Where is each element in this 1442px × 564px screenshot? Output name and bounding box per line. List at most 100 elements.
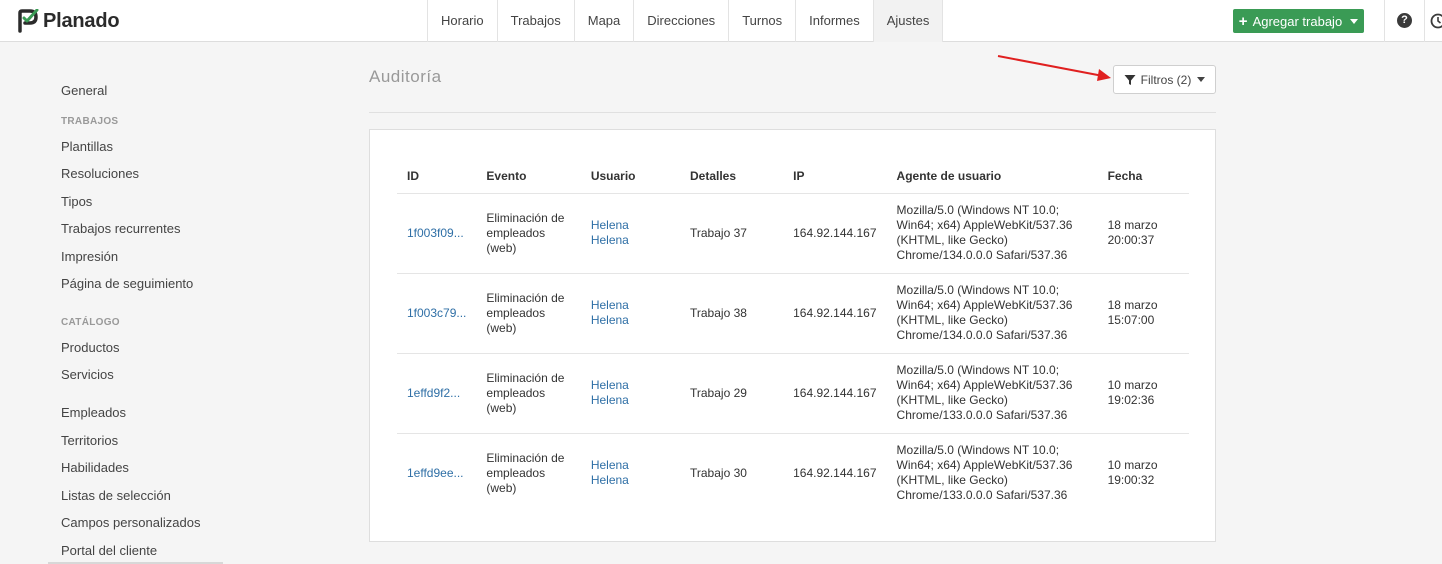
- agent-text: Chrome/134.0.0.0 Safari/537.36: [896, 248, 1068, 262]
- divider: [1384, 0, 1385, 42]
- sidebar-item-territorios[interactable]: Territorios: [61, 433, 118, 448]
- ip-cell: 164.92.144.167: [783, 353, 887, 434]
- event-text: Eliminación de: [486, 450, 565, 465]
- table-row: 1effd9ee... Eliminación de empleados (we…: [397, 433, 1189, 513]
- sidebar-item-general[interactable]: General: [61, 83, 107, 98]
- sidebar-item-pagina-seguimiento[interactable]: Página de seguimiento: [61, 276, 193, 291]
- event-text: (web): [486, 480, 517, 495]
- event-text: (web): [486, 400, 517, 415]
- date-text: 10 marzo: [1107, 458, 1158, 473]
- planado-logo-icon: [18, 9, 39, 33]
- chevron-down-icon: [1350, 18, 1359, 24]
- agent-cell: Mozilla/5.0 (Windows NT 10.0; Win64; x64…: [886, 353, 1098, 434]
- agent-text: (KHTML, like Gecko): [896, 473, 1008, 488]
- date-cell: 18 marzo 15:07:00: [1097, 273, 1189, 354]
- sidebar-item-tipos[interactable]: Tipos: [61, 194, 92, 209]
- ip-cell: 164.92.144.167: [783, 273, 887, 354]
- annotation-arrow-icon: [997, 55, 1111, 81]
- table-header-row: ID Evento Usuario Detalles IP Agente de …: [397, 160, 1189, 194]
- sidebar-item-productos[interactable]: Productos: [61, 340, 120, 355]
- time-text: 15:07:00: [1107, 313, 1155, 327]
- agent-text: Mozilla/5.0 (Windows NT 10.0;: [896, 443, 1060, 458]
- event-text: empleados: [486, 305, 546, 320]
- column-header-ip: IP: [783, 160, 887, 194]
- nav-item-mapa[interactable]: Mapa: [575, 0, 635, 42]
- agent-cell: Mozilla/5.0 (Windows NT 10.0; Win64; x64…: [886, 273, 1098, 354]
- filters-button[interactable]: Filtros (2): [1113, 65, 1216, 94]
- nav-item-trabajos[interactable]: Trabajos: [498, 0, 575, 42]
- agent-text: (KHTML, like Gecko): [896, 233, 1008, 247]
- sidebar-item-plantillas[interactable]: Plantillas: [61, 139, 113, 154]
- nav-item-turnos[interactable]: Turnos: [729, 0, 797, 42]
- agent-text: Mozilla/5.0 (Windows NT 10.0;: [896, 203, 1060, 217]
- audit-id-link[interactable]: 1f003f09...: [407, 226, 464, 240]
- nav-item-informes[interactable]: Informes: [796, 0, 874, 42]
- table-row: 1f003c79... Eliminación de empleados (we…: [397, 273, 1189, 354]
- column-header-user: Usuario: [580, 160, 680, 194]
- event-cell: Eliminación de empleados (web): [476, 433, 580, 513]
- sidebar-item-servicios[interactable]: Servicios: [61, 367, 114, 382]
- date-cell: 10 marzo 19:00:32: [1098, 433, 1189, 513]
- audit-id-link[interactable]: 1f003c79...: [407, 306, 466, 320]
- agent-text: (KHTML, like Gecko): [896, 393, 1008, 407]
- details-cell: Trabajo 30: [690, 465, 747, 480]
- user-link[interactable]: Helena Helena: [591, 218, 629, 247]
- column-header-event: Evento: [476, 160, 581, 194]
- user-link[interactable]: Helena Helena: [591, 378, 629, 407]
- column-header-agent: Agente de usuario: [886, 160, 1098, 194]
- user-link[interactable]: Helena Helena: [591, 458, 629, 487]
- time-text: 19:02:36: [1107, 393, 1155, 407]
- sidebar-item-listas-seleccion[interactable]: Listas de selección: [61, 488, 171, 503]
- sidebar-item-campos-personalizados[interactable]: Campos personalizados: [61, 515, 200, 530]
- audit-id-link[interactable]: 1effd9ee...: [407, 466, 464, 480]
- sidebar-item-portal-cliente[interactable]: Portal del cliente: [61, 543, 157, 558]
- event-text: Eliminación de: [486, 290, 565, 305]
- sidebar-item-habilidades[interactable]: Habilidades: [61, 460, 129, 475]
- agent-text: Win64; x64) AppleWebKit/537.36: [896, 378, 1073, 392]
- filters-label: Filtros (2): [1140, 72, 1192, 87]
- sidebar-item-trabajos-recurrentes[interactable]: Trabajos recurrentes: [61, 221, 180, 236]
- time-text: 20:00:37: [1107, 233, 1155, 247]
- sidebar-item-resoluciones[interactable]: Resoluciones: [61, 166, 139, 181]
- agent-text: Chrome/133.0.0.0 Safari/537.36: [896, 408, 1068, 422]
- agent-cell: Mozilla/5.0 (Windows NT 10.0; Win64; x64…: [887, 433, 1098, 513]
- agent-text: Win64; x64) AppleWebKit/537.36: [896, 458, 1073, 473]
- table-row: 1effd9f2... Eliminación de empleados (we…: [397, 353, 1189, 434]
- add-job-button[interactable]: + Agregar trabajo: [1233, 9, 1364, 33]
- event-text: empleados: [486, 385, 546, 400]
- audit-card: ID Evento Usuario Detalles IP Agente de …: [369, 129, 1216, 542]
- date-text: 18 marzo: [1107, 298, 1158, 312]
- ip-cell: 164.92.144.167: [783, 193, 887, 274]
- details-cell: Trabajo 29: [680, 353, 784, 434]
- nav-item-horario[interactable]: Horario: [428, 0, 498, 42]
- nav-item-direcciones[interactable]: Direcciones: [634, 0, 730, 42]
- details-cell: Trabajo 37: [680, 193, 784, 274]
- agent-text: Win64; x64) AppleWebKit/537.36: [896, 298, 1073, 312]
- nav-item-ajustes[interactable]: Ajustes: [873, 0, 944, 42]
- event-cell: Eliminación de empleados (web): [476, 273, 581, 354]
- date-text: 10 marzo: [1107, 378, 1158, 392]
- planado-logo[interactable]: Planado: [17, 9, 120, 33]
- sidebar-item-empleados[interactable]: Empleados: [61, 405, 126, 420]
- page-title: Auditoría: [369, 67, 442, 86]
- event-text: (web): [486, 320, 517, 335]
- details-cell: Trabajo 38: [680, 273, 784, 354]
- ip-cell: 164.92.144.167: [793, 465, 877, 480]
- agent-text: (KHTML, like Gecko): [896, 313, 1008, 327]
- filter-icon: [1124, 74, 1136, 85]
- agent-text: Chrome/134.0.0.0 Safari/537.36: [896, 328, 1068, 342]
- audit-id-link[interactable]: 1effd9f2...: [407, 386, 460, 400]
- user-link[interactable]: Helena Helena: [591, 298, 629, 327]
- sidebar-section-trabajos: TRABAJOS: [61, 116, 119, 127]
- date-cell: 10 marzo 19:02:36: [1097, 353, 1189, 434]
- help-icon[interactable]: ?: [1397, 13, 1412, 28]
- event-text: Eliminación de: [486, 210, 565, 225]
- clock-icon[interactable]: [1430, 13, 1442, 29]
- date-cell: 18 marzo 20:00:37: [1097, 193, 1189, 274]
- agent-cell: Mozilla/5.0 (Windows NT 10.0; Win64; x64…: [886, 193, 1098, 274]
- sidebar-item-impresion[interactable]: Impresión: [61, 249, 118, 264]
- table-row: 1f003f09... Eliminación de empleados (we…: [397, 193, 1189, 274]
- divider: [1424, 0, 1425, 42]
- time-text: 19:00:32: [1107, 473, 1155, 488]
- app-name: Planado: [43, 9, 120, 32]
